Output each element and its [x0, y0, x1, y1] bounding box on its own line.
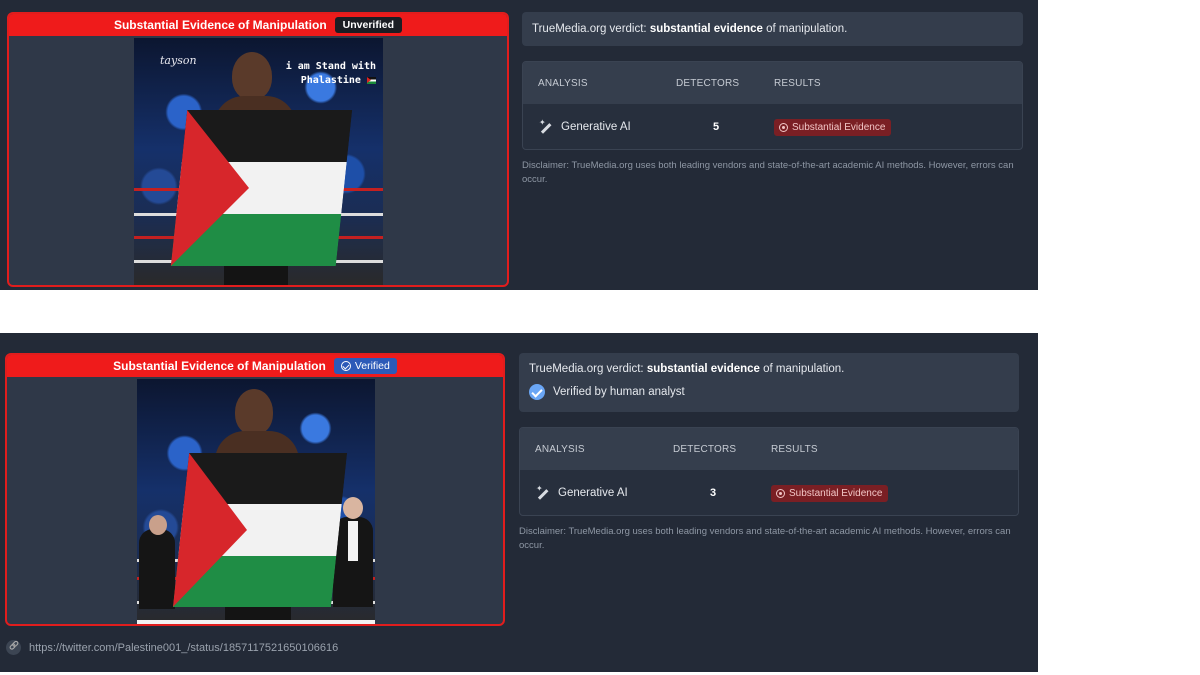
result-pill: Substantial Evidence: [774, 118, 892, 136]
media-card: Substantial Evidence of Manipulation Ver…: [5, 353, 505, 626]
verdict-level: substantial evidence: [646, 363, 760, 375]
detector-count: 3: [709, 487, 717, 499]
palestine-flag-emoji-icon: [367, 76, 376, 84]
card-header: Substantial Evidence of Manipulation Unv…: [9, 14, 507, 36]
analysis-name: Generative AI: [558, 487, 628, 499]
disclaimer-text: Disclaimer: TrueMedia.org uses both lead…: [519, 526, 1011, 551]
verdict-box: TrueMedia.org verdict: substantial evide…: [522, 12, 1023, 46]
analysis-table: ANALYSIS DETECTORS RESULTS Generative AI…: [519, 427, 1019, 516]
column-header-results: RESULTS: [771, 443, 818, 455]
column-header-results: RESULTS: [774, 77, 821, 89]
table-row[interactable]: Generative AI 5 Substantial Evidence: [523, 104, 1022, 149]
link-icon: [6, 640, 21, 655]
card-title: Substantial Evidence of Manipulation: [113, 18, 327, 32]
detector-count: 5: [712, 121, 720, 133]
analyzed-image[interactable]: tayson i am Stand with Phalastine: [134, 38, 383, 285]
check-circle-icon: [340, 361, 351, 371]
source-url[interactable]: https://twitter.com/Palestine001_/status…: [29, 642, 338, 654]
column-header-detectors: DETECTORS: [673, 443, 737, 455]
result-pill: Substantial Evidence: [771, 484, 889, 502]
result-panel-unverified: Substantial Evidence of Manipulation Unv…: [0, 0, 1038, 290]
analysis-name: Generative AI: [561, 121, 631, 133]
magic-wand-icon: [539, 118, 552, 134]
column-header-detectors: DETECTORS: [676, 77, 740, 89]
analyzed-image[interactable]: [137, 379, 375, 624]
status-badge-unverified: Unverified: [334, 17, 403, 33]
table-header: ANALYSIS DETECTORS RESULTS: [523, 62, 1022, 104]
card-title: Substantial Evidence of Manipulation: [113, 359, 326, 373]
table-header: ANALYSIS DETECTORS RESULTS: [520, 428, 1018, 470]
verified-note: Verified by human analyst: [529, 384, 1009, 400]
column-header-analysis: ANALYSIS: [535, 443, 585, 455]
magic-wand-icon: [536, 484, 549, 500]
verdict-box: TrueMedia.org verdict: substantial evide…: [519, 353, 1019, 412]
verified-badge-icon: [529, 384, 545, 400]
ring-icon: [776, 488, 785, 498]
status-badge-verified: Verified: [333, 358, 397, 374]
image-signature: tayson: [160, 54, 197, 67]
ring-icon: [779, 122, 788, 132]
source-link[interactable]: https://twitter.com/Palestine001_/status…: [6, 640, 338, 655]
analysis-table: ANALYSIS DETECTORS RESULTS Generative AI…: [522, 61, 1023, 150]
image-overlay-text: i am Stand with Phalastine: [285, 61, 376, 86]
verdict-level: substantial evidence: [649, 23, 763, 35]
disclaimer-text: Disclaimer: TrueMedia.org uses both lead…: [522, 160, 1014, 185]
media-card: Substantial Evidence of Manipulation Unv…: [7, 12, 509, 287]
table-row[interactable]: Generative AI 3 Substantial Evidence: [520, 470, 1018, 515]
card-header: Substantial Evidence of Manipulation Ver…: [7, 355, 503, 377]
column-header-analysis: ANALYSIS: [538, 77, 588, 89]
result-panel-verified: Substantial Evidence of Manipulation Ver…: [0, 333, 1038, 672]
